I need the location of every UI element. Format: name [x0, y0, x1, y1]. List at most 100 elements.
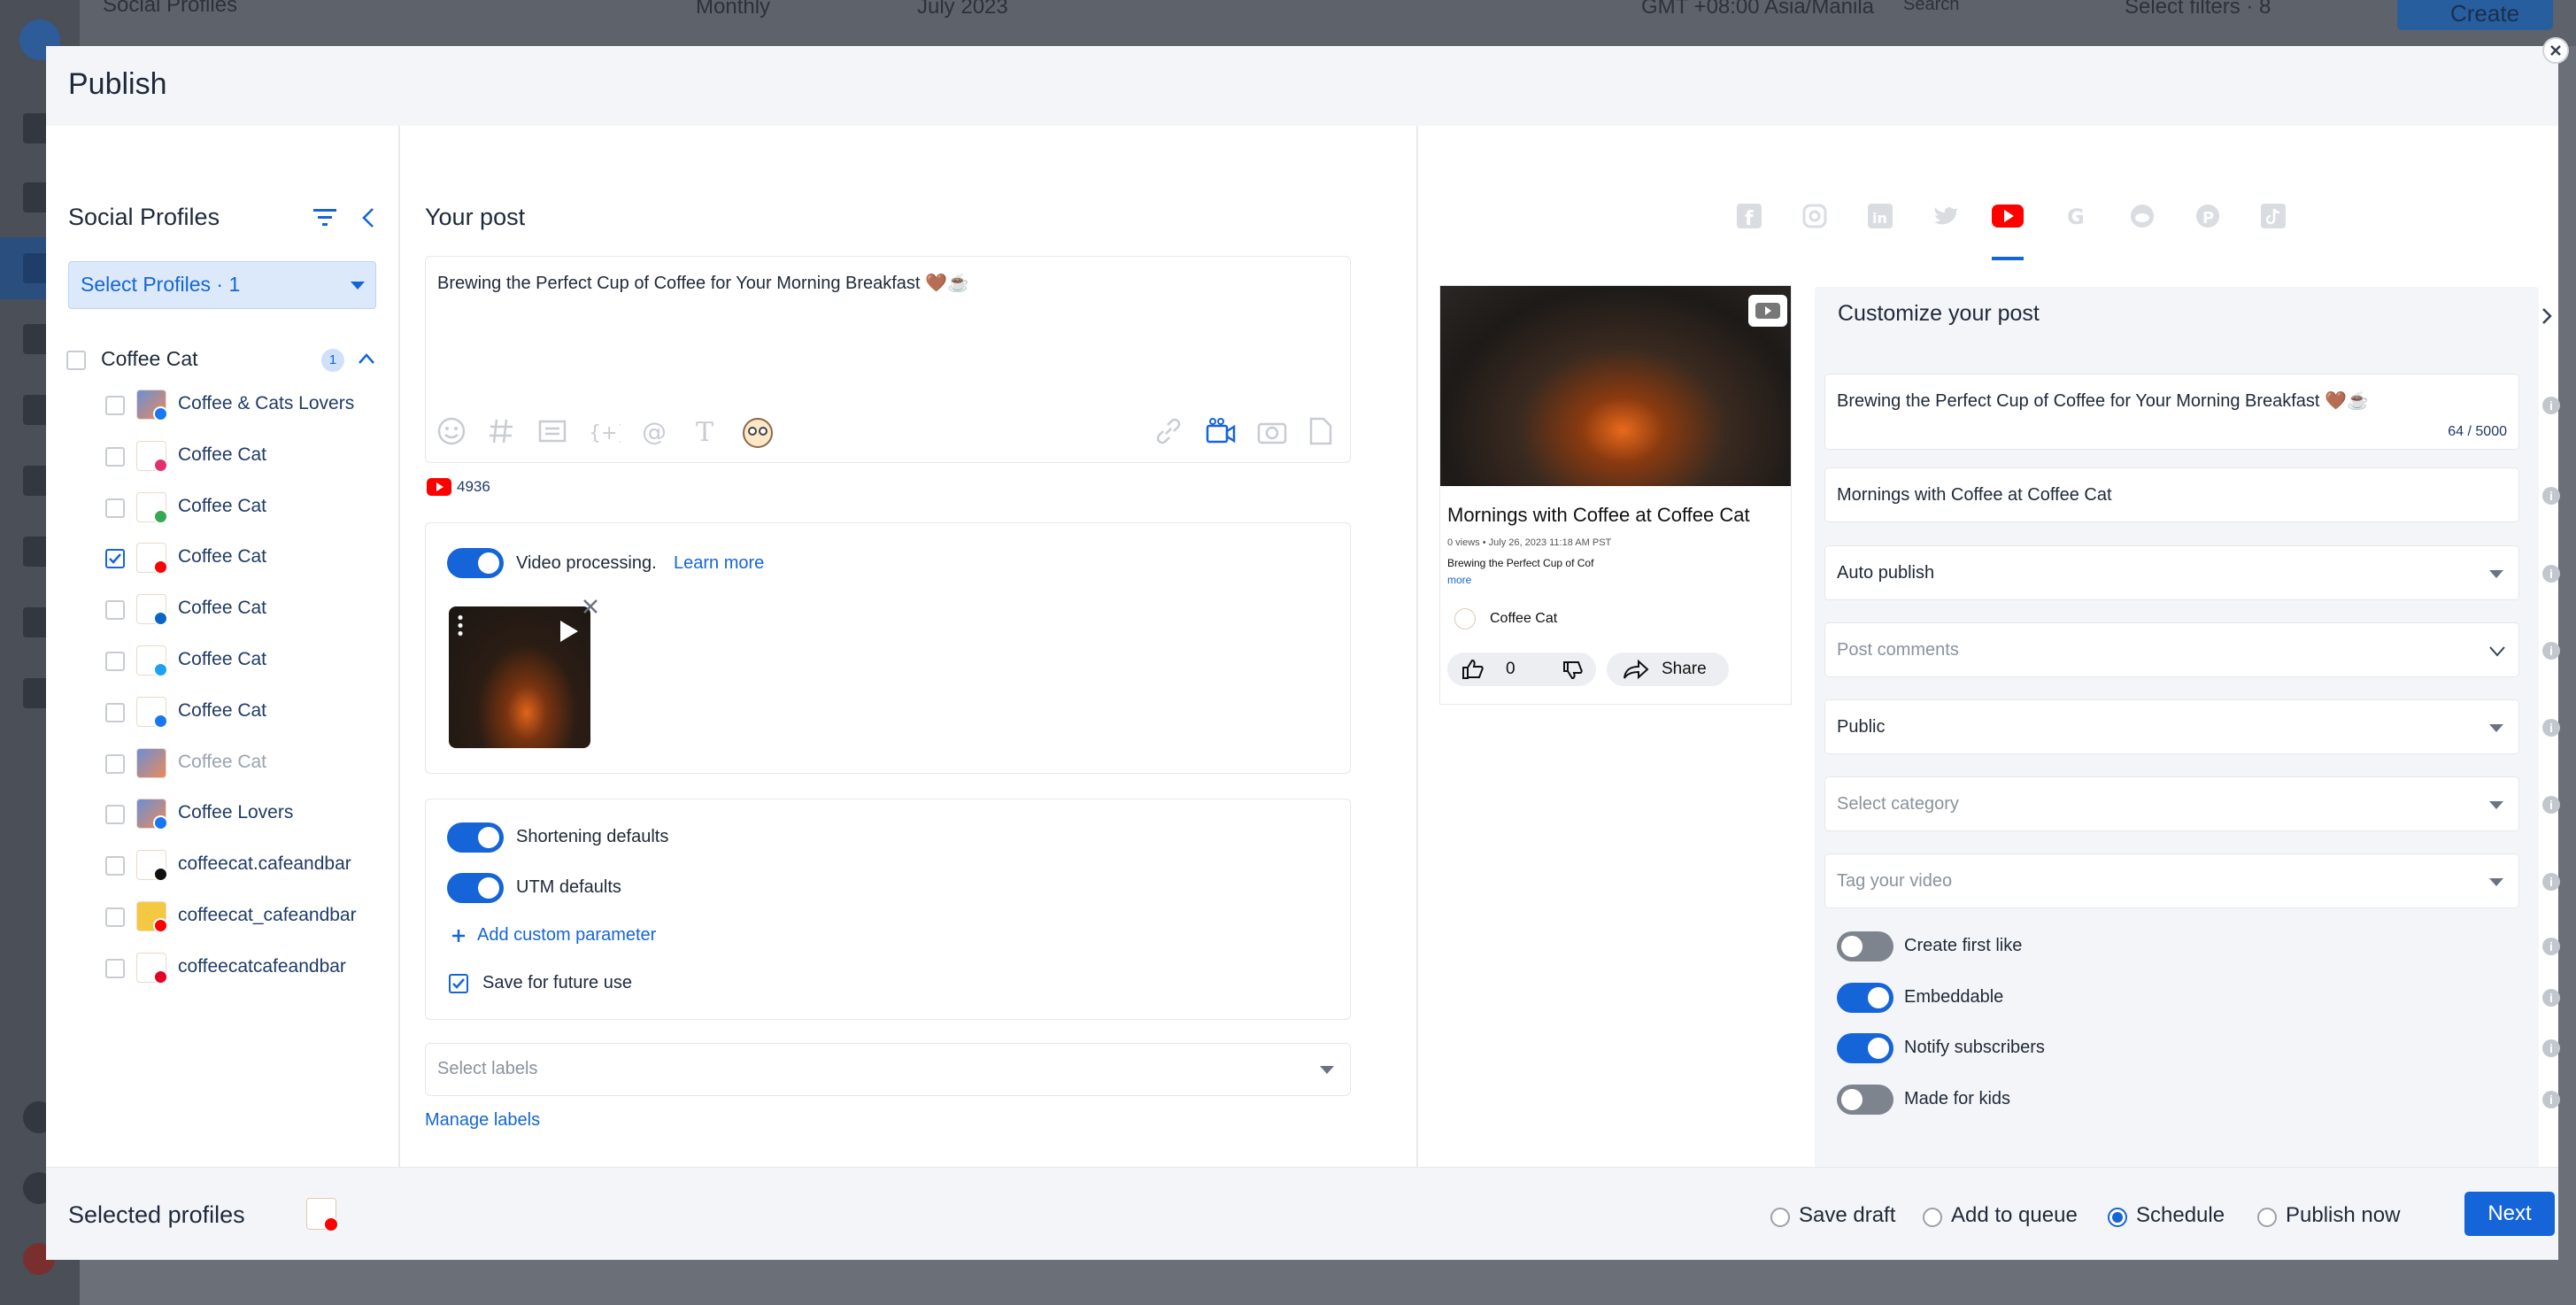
variables-icon[interactable]: {+}	[589, 416, 621, 446]
profile-checkbox[interactable]	[105, 652, 125, 671]
filter-icon[interactable]	[313, 207, 336, 227]
facebook-icon[interactable]: f	[1737, 204, 1762, 228]
profile-checkbox[interactable]	[105, 907, 125, 927]
profile-item[interactable]: coffeecatcafeandbar	[99, 951, 391, 986]
document-icon[interactable]	[1307, 416, 1334, 446]
profile-checkbox[interactable]	[105, 396, 125, 415]
publish-option-label[interactable]: Add to queue	[1951, 1203, 2078, 1228]
close-modal-button[interactable]	[2542, 37, 2569, 64]
profile-checkbox[interactable]	[105, 600, 125, 621]
category-dropdown[interactable]: Select category	[1824, 776, 2519, 831]
profile-item[interactable]: coffeecat.cafeandbar	[99, 848, 391, 884]
setting-toggle[interactable]	[1837, 1033, 1893, 1063]
shortening-toggle[interactable]	[447, 822, 504, 853]
profile-item[interactable]: Coffee Cat	[99, 439, 391, 475]
manage-labels-link[interactable]: Manage labels	[425, 1110, 540, 1131]
publish-option-label[interactable]: Schedule	[2136, 1203, 2225, 1228]
info-icon[interactable]: i	[2542, 988, 2560, 1007]
video-title-text[interactable]: Mornings with Coffee at Coffee Cat	[1837, 485, 2112, 506]
hashtag-icon[interactable]	[486, 416, 516, 446]
next-button[interactable]: Next	[2464, 1192, 2555, 1236]
thumbs-up-icon[interactable]	[1462, 659, 1485, 680]
profile-checkbox[interactable]	[105, 702, 125, 722]
tags-dropdown[interactable]: Tag your video	[1824, 853, 2519, 908]
background-filters[interactable]: Select filters · 8	[2125, 0, 2271, 19]
text-format-icon[interactable]: T	[691, 416, 721, 446]
profile-item[interactable]: Coffee Cat	[99, 746, 391, 782]
visibility-dropdown[interactable]: Public	[1824, 699, 2519, 754]
profile-checkbox[interactable]	[105, 498, 125, 518]
video-title-field[interactable]: Mornings with Coffee at Coffee Cat	[1824, 467, 2519, 522]
profile-checkbox[interactable]	[105, 805, 125, 825]
selected-profile-avatar[interactable]	[306, 1198, 339, 1232]
post-editor[interactable]: Brewing the Perfect Cup of Coffee for Yo…	[425, 256, 1351, 463]
setting-toggle[interactable]	[1837, 1084, 1893, 1115]
select-labels-dropdown[interactable]: Select labels	[425, 1043, 1351, 1096]
profile-item[interactable]: Coffee Lovers	[99, 797, 391, 832]
share-pill[interactable]: Share	[1607, 652, 1729, 686]
background-view-mode[interactable]: Monthly	[696, 0, 770, 19]
profile-checkbox[interactable]	[105, 958, 125, 978]
twitter-icon[interactable]	[1933, 204, 1960, 228]
chevron-right-icon[interactable]	[2541, 306, 2553, 326]
background-create-button[interactable]: Create	[2397, 0, 2553, 30]
info-icon[interactable]: i	[2542, 1039, 2560, 1057]
background-timezone[interactable]: GMT +08:00 Asia/Manila	[1641, 0, 1874, 19]
publish-option-radio[interactable]	[2108, 1208, 2127, 1227]
emoji-icon[interactable]	[436, 416, 467, 446]
profile-item[interactable]: Coffee Cat	[99, 644, 391, 679]
description-field[interactable]: Brewing the Perfect Cup of Coffee for Yo…	[1824, 374, 2519, 450]
publish-option-label[interactable]: Save draft	[1799, 1203, 1895, 1228]
profile-item[interactable]: Coffee Cat	[99, 592, 391, 628]
google-icon[interactable]: G	[2064, 204, 2089, 228]
link-icon[interactable]	[1153, 416, 1184, 446]
instagram-icon[interactable]	[1802, 204, 1827, 228]
pinterest-icon[interactable]: P	[2195, 204, 2220, 228]
reddit-icon[interactable]	[2130, 204, 2155, 228]
play-icon[interactable]	[559, 619, 580, 644]
setting-toggle[interactable]	[1837, 931, 1893, 961]
thumbs-down-icon[interactable]	[1562, 660, 1584, 680]
tiktok-icon[interactable]	[2261, 204, 2286, 228]
select-profiles-dropdown[interactable]: Select Profiles · 1	[68, 261, 376, 309]
profile-checkbox[interactable]	[105, 856, 125, 876]
add-custom-parameter-link[interactable]: Add custom parameter	[477, 925, 656, 946]
info-icon[interactable]: i	[2542, 642, 2560, 660]
post-comments-dropdown[interactable]: Post comments	[1824, 622, 2519, 677]
collapse-panel-icon[interactable]	[361, 207, 375, 228]
info-icon[interactable]: i	[2542, 938, 2560, 955]
video-thumbnail[interactable]	[449, 606, 590, 748]
camera-icon[interactable]	[1256, 416, 1288, 446]
info-icon[interactable]: i	[2542, 1090, 2560, 1108]
profile-item[interactable]: Coffee Cat	[99, 490, 391, 526]
publish-mode-dropdown[interactable]: Auto publish	[1824, 545, 2519, 600]
more-options-icon[interactable]	[458, 614, 463, 637]
profile-checkbox[interactable]	[105, 549, 125, 569]
group-checkbox[interactable]	[66, 351, 86, 370]
publish-option-label[interactable]: Publish now	[2286, 1203, 2400, 1228]
profile-item[interactable]: coffeecat_cafeandbar	[99, 900, 391, 935]
info-icon[interactable]: i	[2542, 397, 2560, 414]
video-icon[interactable]	[1205, 416, 1237, 446]
publish-option-radio[interactable]	[1923, 1208, 1942, 1227]
info-icon[interactable]: i	[2542, 719, 2560, 737]
info-icon[interactable]: i	[2542, 873, 2560, 891]
publish-option-radio[interactable]	[2257, 1208, 2277, 1227]
video-processing-toggle[interactable]	[447, 548, 504, 578]
setting-toggle[interactable]	[1837, 982, 1893, 1013]
profile-checkbox[interactable]	[105, 753, 125, 774]
info-icon[interactable]: i	[2542, 487, 2560, 505]
post-text[interactable]: Brewing the Perfect Cup of Coffee for Yo…	[437, 272, 969, 294]
like-dislike-pill[interactable]: 0	[1447, 652, 1596, 686]
chevron-up-icon[interactable]	[358, 352, 375, 365]
mention-icon[interactable]: @	[640, 416, 670, 446]
youtube-tab-icon[interactable]	[1992, 204, 2024, 228]
save-future-checkbox[interactable]	[449, 974, 468, 993]
info-icon[interactable]: i	[2542, 565, 2560, 583]
learn-more-link[interactable]: Learn more	[674, 553, 764, 574]
utm-toggle[interactable]	[447, 873, 504, 903]
ai-assistant-icon[interactable]	[741, 416, 775, 450]
background-search[interactable]: Search	[1903, 0, 1959, 15]
remove-video-icon[interactable]	[582, 598, 599, 615]
description-text[interactable]: Brewing the Perfect Cup of Coffee for Yo…	[1837, 390, 2369, 412]
